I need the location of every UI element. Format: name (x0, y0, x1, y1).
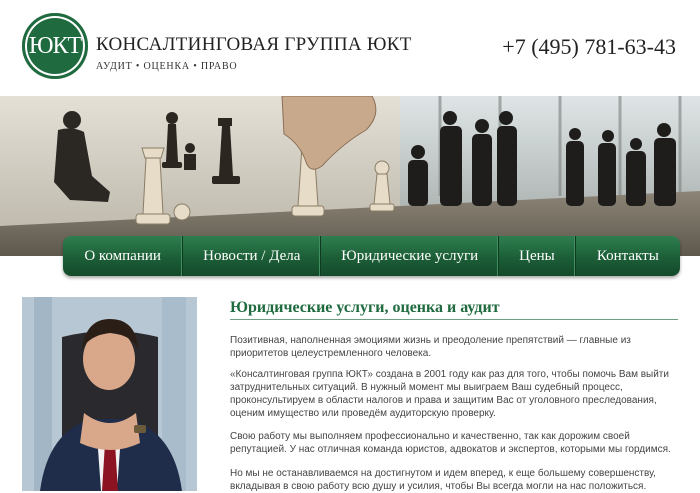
about-paragraph: «Консалтинговая группа ЮКТ» создана в 20… (230, 369, 669, 419)
nav-item-prices[interactable]: Цены (499, 236, 576, 276)
ukt-logo-icon[interactable]: ЮКТ (22, 13, 88, 79)
nav-item-news[interactable]: Новости / Дела (183, 236, 322, 276)
site-header: ЮКТ КОНСАЛТИНГОВАЯ ГРУППА ЮКТ АУДИТ • ОЦ… (0, 0, 700, 96)
intro-paragraph: Позитивная, наполненная эмоциями жизнь и… (230, 335, 631, 359)
page-title: Юридические услуги, оценка и аудит (230, 299, 500, 316)
nav-item-legal-services[interactable]: Юридические услуги (321, 236, 500, 276)
nav-item-about[interactable]: О компании (63, 236, 184, 276)
banner-illustration (0, 96, 700, 256)
progress-paragraph: Но мы не останавливаемся на достигнутом … (230, 468, 656, 492)
company-tagline: АУДИТ • ОЦЕНКА • ПРАВО (96, 61, 238, 72)
title-divider (230, 319, 678, 320)
main-navigation: О компании Новости / Дела Юридические ус… (63, 236, 680, 276)
company-name[interactable]: КОНСАЛТИНГОВАЯ ГРУППА ЮКТ (96, 34, 412, 56)
nav-item-contacts[interactable]: Контакты (576, 236, 680, 276)
portrait-illustration (22, 297, 197, 491)
chess-banner-image (0, 96, 700, 256)
phone-number[interactable]: +7 (495) 781-63-43 (502, 34, 676, 60)
logo-text: ЮКТ (28, 32, 82, 59)
quality-paragraph: Свою работу мы выполняем профессионально… (230, 431, 671, 455)
lawyer-portrait-image (22, 297, 197, 491)
